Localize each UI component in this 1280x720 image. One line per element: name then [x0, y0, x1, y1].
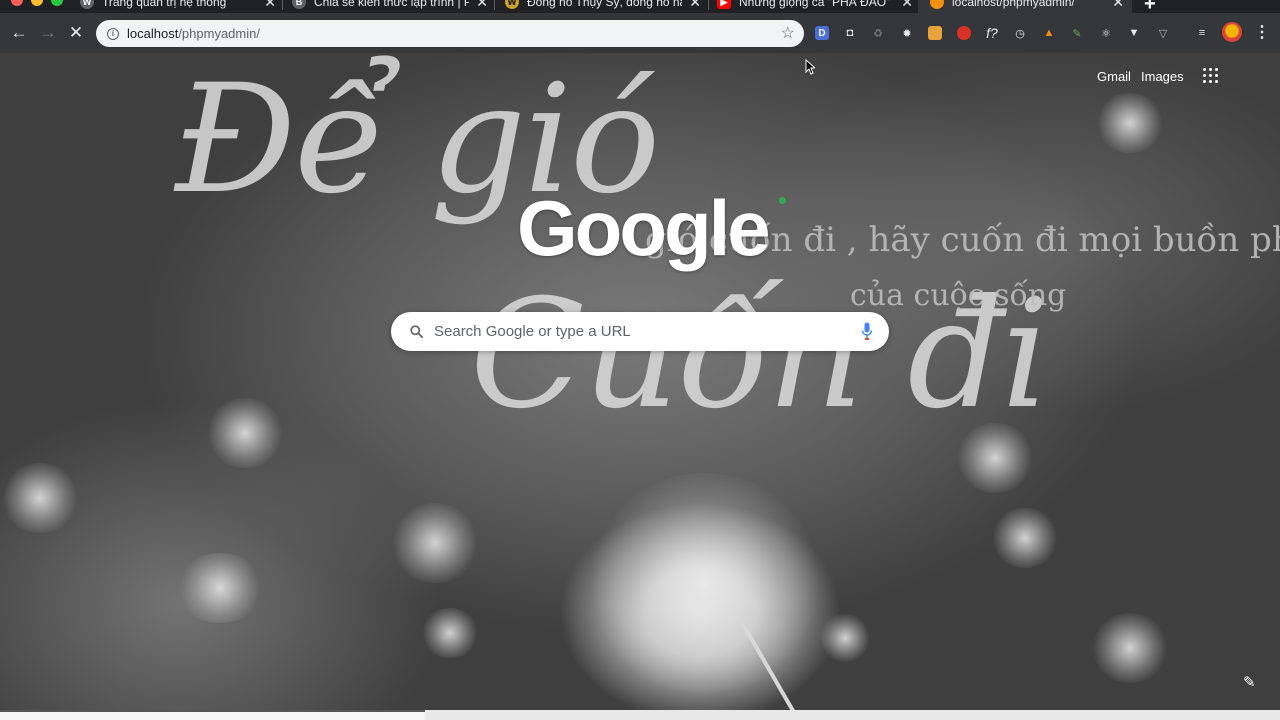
logo-doodle-dot: [779, 197, 786, 204]
gear-extension-icon[interactable]: ✹: [898, 24, 916, 42]
extension-d-icon[interactable]: D: [813, 24, 831, 42]
badge-extension-icon[interactable]: [926, 24, 944, 42]
mouse-cursor-icon: [805, 59, 815, 75]
search-box[interactable]: Search Google or type a URL: [391, 312, 889, 351]
browser-toolbar: ← → ✕ i localhost/phpmyadmin/ ☆ D ◘ ♻ ✹ …: [0, 13, 1280, 53]
react-extension-icon[interactable]: ⚛: [1097, 24, 1115, 42]
forward-icon[interactable]: →: [37, 22, 59, 44]
bookmark-star-icon[interactable]: ☆: [781, 23, 795, 43]
tab-title: Chia sẻ kiến thức lập trình | PH: [314, 0, 469, 9]
media-queue-icon[interactable]: ≡: [1193, 24, 1211, 42]
phpmyadmin-icon: [930, 0, 944, 9]
tab-1[interactable]: W Trang quản trị hệ thống ✕: [80, 0, 276, 13]
maximize-window-button[interactable]: [51, 0, 63, 6]
url-path: /phpmyadmin/: [178, 26, 260, 41]
youtube-icon: ▶: [717, 0, 731, 9]
profile-avatar[interactable]: [1222, 22, 1242, 42]
gmail-link[interactable]: Gmail: [1097, 69, 1131, 84]
vuetify-extension-icon[interactable]: ▽: [1154, 24, 1172, 42]
tab-3[interactable]: W Đồng hồ Thụy Sỹ, đồng hồ nam ✕: [505, 0, 701, 13]
formula-extension-icon[interactable]: f?: [983, 24, 1001, 42]
new-tab-button[interactable]: +: [1144, 0, 1156, 13]
site-info-icon[interactable]: i: [107, 27, 119, 40]
images-link[interactable]: Images: [1141, 69, 1184, 84]
vue-extension-icon[interactable]: ▼: [1125, 24, 1143, 42]
tab-title: Trang quản trị hệ thống: [102, 0, 227, 9]
dandelion-image: [585, 473, 825, 693]
address-bar[interactable]: i localhost/phpmyadmin/ ☆: [96, 20, 804, 47]
download-shelf: [0, 710, 1280, 720]
close-tab-icon[interactable]: ✕: [689, 0, 701, 11]
menu-kebab-icon[interactable]: ⋮: [1254, 22, 1270, 42]
blog-icon: B: [292, 0, 306, 9]
warning-extension-icon[interactable]: ▲: [1040, 24, 1058, 42]
camera-extension-icon[interactable]: ◘: [841, 24, 859, 42]
tab-2[interactable]: B Chia sẻ kiến thức lập trình | PH ✕: [292, 0, 488, 13]
tab-title: Những giọng ca "PHÁ ĐẢO" cả: [739, 0, 894, 9]
pen-extension-icon[interactable]: ✎: [1068, 24, 1086, 42]
tab-title: localhost/phpmyadmin/: [952, 0, 1075, 9]
close-tab-icon[interactable]: ✕: [264, 0, 276, 11]
shield-extension-icon[interactable]: [955, 24, 973, 42]
recycle-extension-icon[interactable]: ♻: [869, 24, 887, 42]
microphone-icon[interactable]: [861, 322, 873, 341]
url-host: localhost: [127, 26, 179, 41]
tab-title: Đồng hồ Thụy Sỹ, đồng hồ nam: [527, 0, 682, 9]
google-apps-icon[interactable]: [1203, 68, 1218, 83]
new-tab-page: Để gió Cuốn đi gió cuốn đi , hãy cuốn đi…: [0, 53, 1280, 710]
back-icon[interactable]: ←: [8, 22, 30, 44]
customize-pencil-icon[interactable]: ✎: [1243, 673, 1259, 691]
tab-strip: W Trang quản trị hệ thống ✕ B Chia sẻ ki…: [0, 0, 1280, 13]
google-logo: Google: [517, 184, 771, 272]
search-icon: [410, 325, 423, 338]
close-tab-icon[interactable]: ✕: [1112, 0, 1124, 11]
timer-extension-icon[interactable]: ◷: [1011, 24, 1029, 42]
close-window-button[interactable]: [11, 0, 23, 6]
watch-shop-icon: W: [505, 0, 519, 9]
minimize-window-button[interactable]: [31, 0, 43, 6]
search-input[interactable]: Search Google or type a URL: [434, 323, 631, 340]
background-handwriting-line2: của cuộc sống: [850, 278, 1067, 313]
tab-5-active[interactable]: localhost/phpmyadmin/ ✕: [918, 0, 1132, 13]
wordpress-icon: W: [80, 0, 94, 9]
stop-loading-icon[interactable]: ✕: [65, 22, 87, 44]
tab-4[interactable]: ▶ Những giọng ca "PHÁ ĐẢO" cả ✕: [717, 0, 913, 13]
close-tab-icon[interactable]: ✕: [476, 0, 488, 11]
close-tab-icon[interactable]: ✕: [901, 0, 913, 11]
